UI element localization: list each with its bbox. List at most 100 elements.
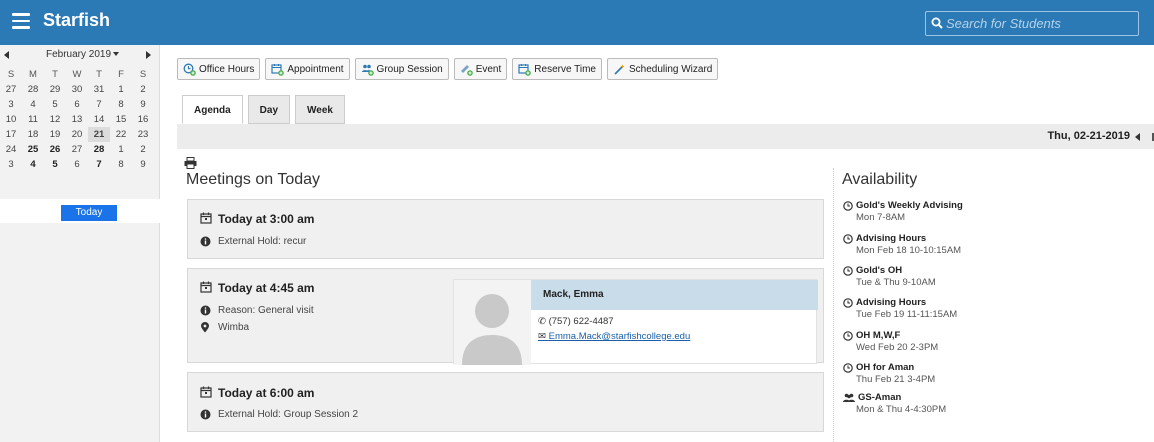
- student-email-link[interactable]: Emma.Mack@starfishcollege.edu: [549, 331, 691, 342]
- clock-icon: [843, 233, 853, 244]
- calendar-day[interactable]: 4: [22, 157, 44, 172]
- meeting-card[interactable]: Today at 4:45 am Reason: General visit W…: [187, 268, 824, 365]
- calendar-day[interactable]: 3: [0, 157, 22, 172]
- calendar-day[interactable]: 12: [44, 112, 66, 127]
- availability-item[interactable]: Gold's Weekly Advising Mon 7-8AM: [843, 200, 963, 223]
- month-selector[interactable]: February 2019: [46, 49, 120, 60]
- calendar-week: 3 4 5 6 7 8 9: [0, 97, 160, 112]
- calendar-day[interactable]: 9: [132, 157, 154, 172]
- calendar-day[interactable]: 26: [44, 142, 66, 157]
- location-pin-icon: [201, 322, 209, 333]
- calendar-day[interactable]: 8: [110, 157, 132, 172]
- event-button[interactable]: Event: [453, 58, 508, 80]
- calendar-day[interactable]: 20: [66, 127, 88, 142]
- top-bar: Starfish: [0, 0, 1154, 45]
- group-session-button[interactable]: Group Session: [354, 58, 449, 80]
- appointment-button[interactable]: Appointment: [265, 58, 350, 80]
- calendar-day[interactable]: 1: [110, 142, 132, 157]
- clock-icon: [843, 297, 853, 308]
- calendar-day[interactable]: 6: [66, 97, 88, 112]
- tab-day[interactable]: Day: [247, 95, 291, 124]
- calendar-day[interactable]: 30: [66, 82, 88, 97]
- calendar-day[interactable]: 6: [66, 157, 88, 172]
- calendar-day[interactable]: 11: [22, 112, 44, 127]
- calendar-day[interactable]: 19: [44, 127, 66, 142]
- calendar-day[interactable]: 2: [132, 82, 154, 97]
- calendar-day[interactable]: 25: [22, 142, 44, 157]
- calendar-day[interactable]: 5: [44, 97, 66, 112]
- student-email[interactable]: ✉ Emma.Mack@starfishcollege.edu: [538, 331, 690, 342]
- calendar-day[interactable]: 16: [132, 112, 154, 127]
- calendar-day[interactable]: 28: [22, 82, 44, 97]
- availability-name: OH for Aman: [856, 362, 915, 373]
- calendar-day[interactable]: 28: [88, 142, 110, 157]
- weekday-label: S: [139, 69, 147, 80]
- column-divider: [833, 168, 834, 442]
- menu-icon[interactable]: [12, 13, 30, 29]
- calendar-day[interactable]: 27: [0, 82, 22, 97]
- wand-icon: [614, 64, 625, 75]
- previous-day-icon[interactable]: [1135, 133, 1140, 141]
- availability-item[interactable]: Advising Hours Tue Feb 19 11-11:15AM: [843, 297, 957, 320]
- reserve-time-button[interactable]: Reserve Time: [512, 58, 602, 80]
- calendar-day[interactable]: 17: [0, 127, 22, 142]
- calendar-day[interactable]: 5: [44, 157, 66, 172]
- calendar-day[interactable]: 2: [132, 142, 154, 157]
- availability-item[interactable]: GS-Aman Mon & Thu 4-4:30PM: [843, 392, 946, 415]
- print-icon[interactable]: [184, 157, 197, 169]
- calendar-day[interactable]: 29: [44, 82, 66, 97]
- envelope-icon: ✉: [538, 331, 546, 342]
- availability-item[interactable]: OH for Aman Thu Feb 21 3-4PM: [843, 362, 935, 385]
- calendar-day[interactable]: 8: [110, 97, 132, 112]
- today-button[interactable]: Today: [61, 205, 117, 221]
- availability-item[interactable]: Gold's OH Tue & Thu 9-10AM: [843, 265, 936, 288]
- availability-item[interactable]: Advising Hours Mon Feb 18 10-10:15AM: [843, 233, 961, 256]
- clock-icon: [843, 362, 853, 373]
- calendar-day[interactable]: 10: [0, 112, 22, 127]
- availability-time: Mon & Thu 4-4:30PM: [856, 404, 947, 415]
- calendar-grid: S M T W T F S 27 28 29 30 31 1 2 3 4 5 6…: [0, 67, 160, 172]
- office-hours-button[interactable]: Office Hours: [177, 58, 261, 80]
- scheduling-wizard-label: Scheduling Wizard: [628, 63, 713, 75]
- group-session-label: Group Session: [376, 63, 443, 75]
- student-card[interactable]: Mack, Emma ✆ (757) 622-4487 ✉ Emma.Mack@…: [453, 279, 818, 365]
- calendar-day[interactable]: 3: [0, 97, 22, 112]
- weekday-label: W: [72, 69, 82, 80]
- calendar-day[interactable]: 18: [22, 127, 44, 142]
- student-search[interactable]: [925, 11, 1139, 36]
- calendar-day[interactable]: 31: [88, 82, 110, 97]
- calendar-day[interactable]: 27: [66, 142, 88, 157]
- next-month-icon[interactable]: [146, 51, 151, 59]
- availability-title: Availability: [842, 171, 918, 188]
- calendar-day[interactable]: 9: [132, 97, 154, 112]
- calendar-day[interactable]: 22: [110, 127, 132, 142]
- calendar-day[interactable]: 13: [66, 112, 88, 127]
- meeting-detail: External Hold: Group Session 2: [218, 409, 359, 420]
- availability-item[interactable]: OH M,W,F Wed Feb 20 2-3PM: [843, 330, 938, 353]
- calendar-week: 17 18 19 20 21 22 23: [0, 127, 160, 142]
- previous-month-icon[interactable]: [4, 51, 9, 59]
- app-title: Starfish: [43, 10, 111, 30]
- calendar-day[interactable]: 7: [88, 97, 110, 112]
- availability-time: Tue Feb 19 11-11:15AM: [856, 309, 958, 320]
- meeting-card[interactable]: Today at 3:00 am External Hold: recur: [187, 199, 824, 259]
- calendar-day[interactable]: 24: [0, 142, 22, 157]
- chevron-down-icon: [113, 52, 120, 57]
- student-name[interactable]: Mack, Emma: [543, 289, 604, 300]
- calendar-day[interactable]: 14: [88, 112, 110, 127]
- scheduling-wizard-button[interactable]: Scheduling Wizard: [606, 58, 719, 80]
- info-icon: [200, 236, 211, 247]
- view-tabs: Agenda Day Week: [182, 95, 345, 124]
- tab-agenda[interactable]: Agenda: [182, 95, 243, 124]
- calendar-day[interactable]: 7: [88, 157, 110, 172]
- calendar-day[interactable]: 15: [110, 112, 132, 127]
- calendar-day-selected[interactable]: 21: [88, 127, 110, 142]
- tab-week[interactable]: Week: [295, 95, 345, 124]
- calendar-day[interactable]: 4: [22, 97, 44, 112]
- search-input[interactable]: [946, 14, 1132, 33]
- availability-name: Advising Hours: [856, 297, 927, 308]
- calendar-day[interactable]: 1: [110, 82, 132, 97]
- clock-icon: [843, 330, 853, 341]
- calendar-day[interactable]: 23: [132, 127, 154, 142]
- meeting-card[interactable]: Today at 6:00 am External Hold: Group Se…: [187, 372, 824, 432]
